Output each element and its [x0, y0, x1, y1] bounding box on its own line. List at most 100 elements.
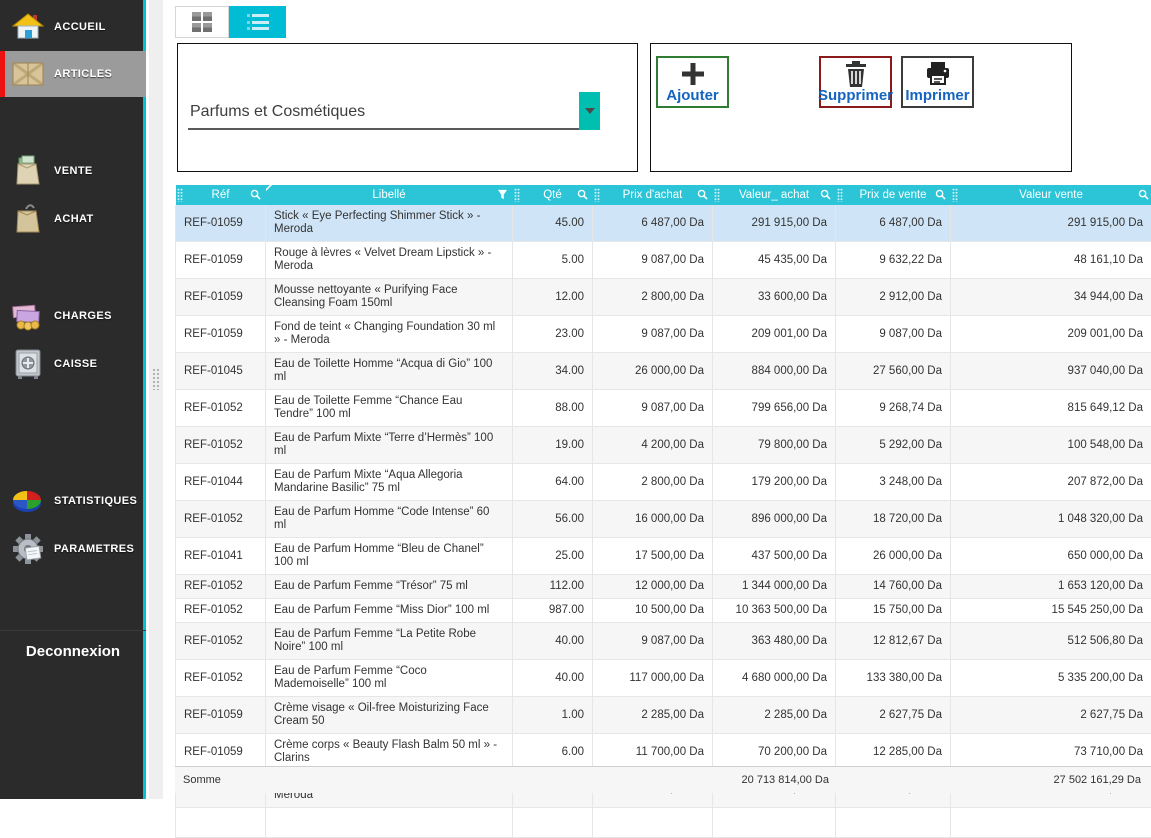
cell-prix_vente: 26 000,00 Da	[836, 538, 951, 575]
sidebar-item-articles[interactable]: ARTICLES	[0, 51, 146, 97]
cell-valeur_achat: 70 200,00 Da	[713, 734, 836, 771]
cell-libelle: Eau de Parfum Homme “Bleu de Chanel” 100…	[266, 538, 513, 575]
cell-prix_vente: 133 380,00 Da	[836, 660, 951, 697]
filter-icon[interactable]	[497, 189, 508, 203]
table-row[interactable]: REF-01052Eau de Parfum Femme “Miss Dior”…	[176, 599, 1151, 623]
table-row[interactable]: REF-01059Crème visage « Oil-free Moistur…	[176, 697, 1151, 734]
cell-qte: 19.00	[513, 427, 593, 464]
table-row[interactable]: REF-01052Eau de Parfum Femme “La Petite …	[176, 623, 1151, 660]
cell-qte: 5.00	[513, 242, 593, 279]
cell-prix_vente: 15 750,00 Da	[836, 599, 951, 623]
tab-grid-view[interactable]	[175, 6, 229, 38]
cell-valeur_vente: 512 506,80 Da	[951, 623, 1151, 660]
tab-list-view[interactable]	[229, 6, 286, 38]
table-row[interactable]: REF-01059Crème corps « Beauty Flash Balm…	[176, 734, 1151, 771]
sidebar-item-accueil[interactable]: ACCUEIL	[0, 4, 146, 50]
cell-prix_achat: 117 000,00 Da	[593, 660, 713, 697]
search-icon[interactable]	[577, 189, 588, 203]
search-icon[interactable]	[935, 189, 946, 203]
filter-panel: Parfums et Cosmétiques	[177, 43, 638, 172]
sidebar-item-achat[interactable]: ACHAT	[0, 196, 146, 242]
sidebar-item-statistiques[interactable]: STATISTIQUES	[0, 478, 146, 524]
table-row[interactable]: REF-01041Eau de Parfum Homme “Bleu de Ch…	[176, 538, 1151, 575]
column-header-valeur-achat[interactable]: Valeur_ achat	[713, 185, 836, 205]
logout-button[interactable]: Deconnexion	[0, 630, 146, 672]
column-header-valeur-vente[interactable]: Valeur vente	[951, 185, 1151, 205]
money-icon	[10, 298, 46, 334]
sidebar-item-parametres[interactable]: PARAMETRES	[0, 526, 146, 572]
table-row[interactable]: REF-01052Eau de Parfum Femme “Coco Madem…	[176, 660, 1151, 697]
cell-libelle: Eau de Parfum Femme “La Petite Robe Noir…	[266, 623, 513, 660]
cell-valeur_achat: 2 285,00 Da	[713, 697, 836, 734]
table-row[interactable]: REF-01052Eau de Toilette Femme “Chance E…	[176, 390, 1151, 427]
sidebar-item-vente[interactable]: VENTE	[0, 148, 146, 194]
add-button-label: Ajouter	[666, 87, 719, 104]
cell-prix_achat: 26 000,00 Da	[593, 353, 713, 390]
cell-valeur_vente: 15 545 250,00 Da	[951, 599, 1151, 623]
cell-valeur_achat: 363 480,00 Da	[713, 623, 836, 660]
table-row[interactable]: REF-01059Mousse nettoyante « Purifying F…	[176, 279, 1151, 316]
summary-valeur-vente: 27 502 161,29 Da	[1054, 774, 1141, 786]
cell-libelle: Stick « Eye Perfecting Shimmer Stick » -…	[266, 205, 513, 242]
column-header-libelle[interactable]: Libellé	[266, 185, 513, 205]
cell-ref: REF-01059	[176, 205, 266, 242]
cell-ref: REF-01059	[176, 697, 266, 734]
search-icon[interactable]	[250, 189, 261, 203]
cell-ref: REF-01052	[176, 623, 266, 660]
splitter-handle[interactable]	[152, 368, 160, 390]
cell-prix_achat: 2 800,00 Da	[593, 279, 713, 316]
search-icon[interactable]	[697, 189, 708, 203]
table-row[interactable]: REF-01045Eau de Toilette Homme “Acqua di…	[176, 353, 1151, 390]
cell-ref: REF-01059	[176, 316, 266, 353]
table-row[interactable]: REF-01052Eau de Parfum Femme “Trésor” 75…	[176, 575, 1151, 599]
add-button[interactable]: Ajouter	[656, 56, 729, 108]
cell-prix_vente: 12 285,00 Da	[836, 734, 951, 771]
column-header-qte[interactable]: Qté	[513, 185, 593, 205]
cell-qte: 56.00	[513, 501, 593, 538]
box-icon	[10, 56, 46, 92]
delete-button[interactable]: Supprimer	[819, 56, 892, 108]
table-row[interactable]: REF-01052Eau de Parfum Homme “Code Inten…	[176, 501, 1151, 538]
sidebar-item-label: PARAMETRES	[54, 543, 134, 555]
table-row[interactable]: REF-01059Stick « Eye Perfecting Shimmer …	[176, 205, 1151, 242]
cell-ref: REF-01052	[176, 660, 266, 697]
cell-valeur_achat: 179 200,00 Da	[713, 464, 836, 501]
search-icon[interactable]	[1138, 189, 1149, 203]
dropdown-arrow-button[interactable]	[579, 92, 600, 130]
cell-prix_vente: 14 760,00 Da	[836, 575, 951, 599]
cell-ref: REF-01052	[176, 575, 266, 599]
category-select[interactable]: Parfums et Cosmétiques	[188, 91, 600, 130]
column-drag-dots	[837, 188, 843, 202]
cell-prix_vente: 2 627,75 Da	[836, 697, 951, 734]
cell-ref: REF-01059	[176, 242, 266, 279]
purchase-bag-icon	[10, 201, 46, 237]
cell-libelle: Rouge à lèvres « Velvet Dream Lipstick »…	[266, 242, 513, 279]
table-row[interactable]: REF-01044Eau de Parfum Mixte “Aqua Alleg…	[176, 464, 1151, 501]
category-select-value: Parfums et Cosmétiques	[190, 103, 365, 121]
table-row[interactable]: REF-01059Fond de teint « Changing Founda…	[176, 316, 1151, 353]
cell-qte: 64.00	[513, 464, 593, 501]
cell-ref: REF-01052	[176, 390, 266, 427]
table-row[interactable]: REF-01052Eau de Parfum Mixte “Terre d’He…	[176, 427, 1151, 464]
cell-prix_achat: 12 000,00 Da	[593, 575, 713, 599]
cell-qte: 987.00	[513, 599, 593, 623]
sidebar-item-charges[interactable]: CHARGES	[0, 293, 146, 339]
cell-qte: 45.00	[513, 205, 593, 242]
cell-valeur_achat: 884 000,00 Da	[713, 353, 836, 390]
cell-prix_vente: 9 268,74 Da	[836, 390, 951, 427]
cell-valeur_vente: 207 872,00 Da	[951, 464, 1151, 501]
cell-prix_achat: 9 087,00 Da	[593, 390, 713, 427]
cell-valeur_achat: 45 435,00 Da	[713, 242, 836, 279]
cell-valeur_vente: 291 915,00 Da	[951, 205, 1151, 242]
sidebar-item-label: CAISSE	[54, 358, 97, 370]
cell-libelle: Eau de Toilette Homme “Acqua di Gio” 100…	[266, 353, 513, 390]
column-header-prix-achat[interactable]: Prix d'achat	[593, 185, 713, 205]
column-header-ref[interactable]: Réf	[176, 185, 266, 205]
column-drag-dots	[177, 188, 183, 202]
list-icon	[247, 14, 269, 30]
search-icon[interactable]	[820, 189, 831, 203]
column-header-prix-vente[interactable]: Prix de vente	[836, 185, 951, 205]
table-row[interactable]: REF-01059Rouge à lèvres « Velvet Dream L…	[176, 242, 1151, 279]
print-button[interactable]: Imprimer	[901, 56, 974, 108]
sidebar-item-caisse[interactable]: CAISSE	[0, 341, 146, 387]
